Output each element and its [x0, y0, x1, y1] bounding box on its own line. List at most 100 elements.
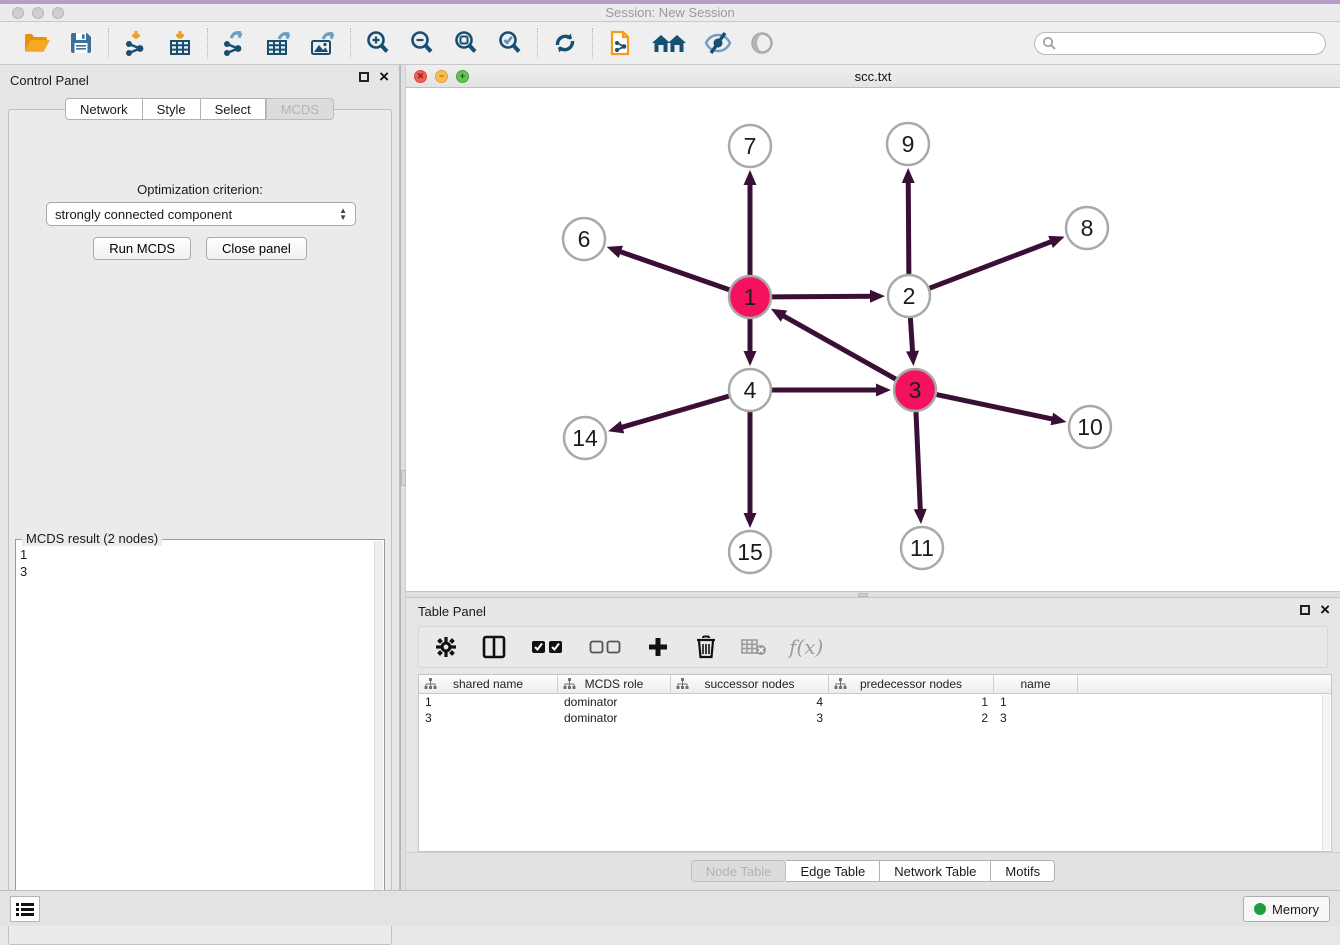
cell-successor-nodes[interactable]: 4 — [671, 694, 829, 710]
zoom-in-icon[interactable] — [363, 28, 393, 58]
graph-node-14[interactable]: 14 — [564, 417, 606, 459]
hide-panels-icon[interactable] — [703, 28, 733, 58]
table-scrollbar[interactable] — [1322, 695, 1330, 850]
horizontal-splitter-handle[interactable] — [858, 593, 868, 597]
tab-style[interactable]: Style — [143, 98, 201, 120]
graph-edge-3-10[interactable] — [937, 395, 1067, 426]
graph-edge-1-4[interactable] — [744, 319, 757, 366]
import-table-icon[interactable] — [165, 28, 195, 58]
graph-node-15[interactable]: 15 — [729, 531, 771, 573]
cell-name[interactable]: 3 — [994, 710, 1078, 726]
graph-edge-2-9[interactable] — [902, 168, 915, 274]
mcds-result-text[interactable]: 1 3 — [20, 546, 372, 911]
graph-node-10[interactable]: 10 — [1069, 406, 1111, 448]
horizontal-splitter[interactable] — [406, 591, 1340, 598]
graph-node-4[interactable]: 4 — [729, 369, 771, 411]
graph-edge-4-14[interactable] — [608, 396, 729, 433]
graph-node-11[interactable]: 11 — [901, 527, 943, 569]
table-tabs: Node Table Edge Table Network Table Moti… — [406, 860, 1340, 882]
close-panel-icon[interactable]: × — [379, 72, 389, 82]
float-panel-icon[interactable] — [359, 72, 369, 82]
cell-shared-name[interactable]: 1 — [419, 694, 558, 710]
graph-edge-3-11[interactable] — [914, 412, 927, 524]
tab-motifs[interactable]: Motifs — [991, 860, 1055, 882]
cell-shared-name[interactable]: 3 — [419, 710, 558, 726]
graph-edge-2-3[interactable] — [906, 318, 919, 366]
tab-edge-table[interactable]: Edge Table — [786, 860, 880, 882]
mcds-result-group: MCDS result (2 nodes) 1 3 — [15, 539, 385, 916]
home-icon[interactable] — [649, 28, 689, 58]
add-column-icon[interactable] — [645, 634, 671, 660]
export-image-icon[interactable] — [308, 28, 338, 58]
graph-node-8[interactable]: 8 — [1066, 207, 1108, 249]
graph-node-6[interactable]: 6 — [563, 218, 605, 260]
select-all-columns-icon[interactable] — [529, 634, 565, 660]
network-window-title: scc.txt — [406, 69, 1340, 84]
optimization-criterion-label: Optimization criterion: — [9, 182, 391, 197]
application-window: Session: New Session — [0, 0, 1340, 926]
column-header-successor-nodes[interactable]: successor nodes — [671, 675, 829, 693]
tab-network[interactable]: Network — [65, 98, 143, 120]
column-header-name[interactable]: name — [994, 675, 1078, 693]
unselect-all-columns-icon[interactable] — [587, 634, 623, 660]
network-canvas[interactable]: 7 9 6 8 1 2 4 3 14 10 15 11 — [406, 88, 1340, 591]
svg-text:4: 4 — [744, 377, 757, 403]
zoom-fit-icon[interactable] — [451, 28, 481, 58]
graph-node-3[interactable]: 3 — [894, 369, 936, 411]
hierarchy-icon — [424, 678, 437, 690]
cell-mcds-role[interactable]: dominator — [558, 710, 671, 726]
close-table-panel-icon[interactable]: × — [1320, 605, 1330, 615]
refresh-icon[interactable] — [550, 28, 580, 58]
result-scrollbar[interactable] — [374, 541, 383, 914]
close-panel-button[interactable]: Close panel — [206, 237, 307, 260]
float-table-panel-icon[interactable] — [1300, 605, 1310, 615]
split-columns-icon[interactable] — [481, 634, 507, 660]
show-panels-icon — [747, 28, 777, 58]
graph-edge-1-7[interactable] — [744, 170, 757, 275]
graph-edge-4-3[interactable] — [772, 384, 891, 397]
graph-node-9[interactable]: 9 — [887, 123, 929, 165]
cell-name[interactable]: 1 — [994, 694, 1078, 710]
run-mcds-button[interactable]: Run MCDS — [93, 237, 191, 260]
new-session-icon[interactable] — [605, 28, 635, 58]
tab-network-table[interactable]: Network Table — [880, 860, 991, 882]
cell-predecessor-nodes[interactable]: 2 — [829, 710, 994, 726]
save-session-icon[interactable] — [66, 28, 96, 58]
graph-node-7[interactable]: 7 — [729, 125, 771, 167]
svg-text:3: 3 — [909, 377, 922, 403]
tab-node-table[interactable]: Node Table — [691, 860, 787, 882]
graph-edge-1-2[interactable] — [772, 290, 885, 303]
table-settings-gear-icon[interactable] — [433, 634, 459, 660]
main-toolbar — [0, 22, 1340, 65]
column-header-mcds-role[interactable]: MCDS role — [558, 675, 671, 693]
export-table-icon[interactable] — [264, 28, 294, 58]
criterion-select[interactable]: strongly connected component ▲▼ — [46, 202, 356, 226]
zoom-selected-icon[interactable] — [495, 28, 525, 58]
open-session-icon[interactable] — [22, 28, 52, 58]
cell-successor-nodes[interactable]: 3 — [671, 710, 829, 726]
memory-button[interactable]: Memory — [1243, 896, 1330, 922]
tab-mcds[interactable]: MCDS — [266, 98, 334, 120]
task-history-button[interactable] — [10, 896, 40, 922]
cell-mcds-role[interactable]: dominator — [558, 694, 671, 710]
graph-node-1[interactable]: 1 — [729, 276, 771, 318]
graph-node-2[interactable]: 2 — [888, 275, 930, 317]
export-network-icon[interactable] — [220, 28, 250, 58]
column-header-predecessor-nodes[interactable]: predecessor nodes — [829, 675, 994, 693]
network-graph[interactable]: 7 9 6 8 1 2 4 3 14 10 15 11 — [406, 88, 1340, 591]
table-row[interactable]: 3 dominator 3 2 3 — [419, 710, 1331, 726]
delete-column-icon[interactable] — [693, 634, 719, 660]
graph-edge-4-15[interactable] — [744, 412, 757, 528]
graph-edge-2-8[interactable] — [930, 236, 1065, 288]
control-panel-title: Control Panel — [10, 73, 89, 88]
column-header-shared-name[interactable]: shared name — [419, 675, 558, 693]
cell-predecessor-nodes[interactable]: 1 — [829, 694, 994, 710]
search-input[interactable] — [1034, 32, 1326, 55]
mcds-result-title: MCDS result (2 nodes) — [22, 531, 162, 546]
table-row[interactable]: 1 dominator 4 1 1 — [419, 694, 1331, 710]
tab-select[interactable]: Select — [201, 98, 266, 120]
graph-edge-3-1[interactable] — [771, 309, 896, 379]
graph-edge-1-6[interactable] — [607, 246, 730, 290]
import-network-icon[interactable] — [121, 28, 151, 58]
zoom-out-icon[interactable] — [407, 28, 437, 58]
